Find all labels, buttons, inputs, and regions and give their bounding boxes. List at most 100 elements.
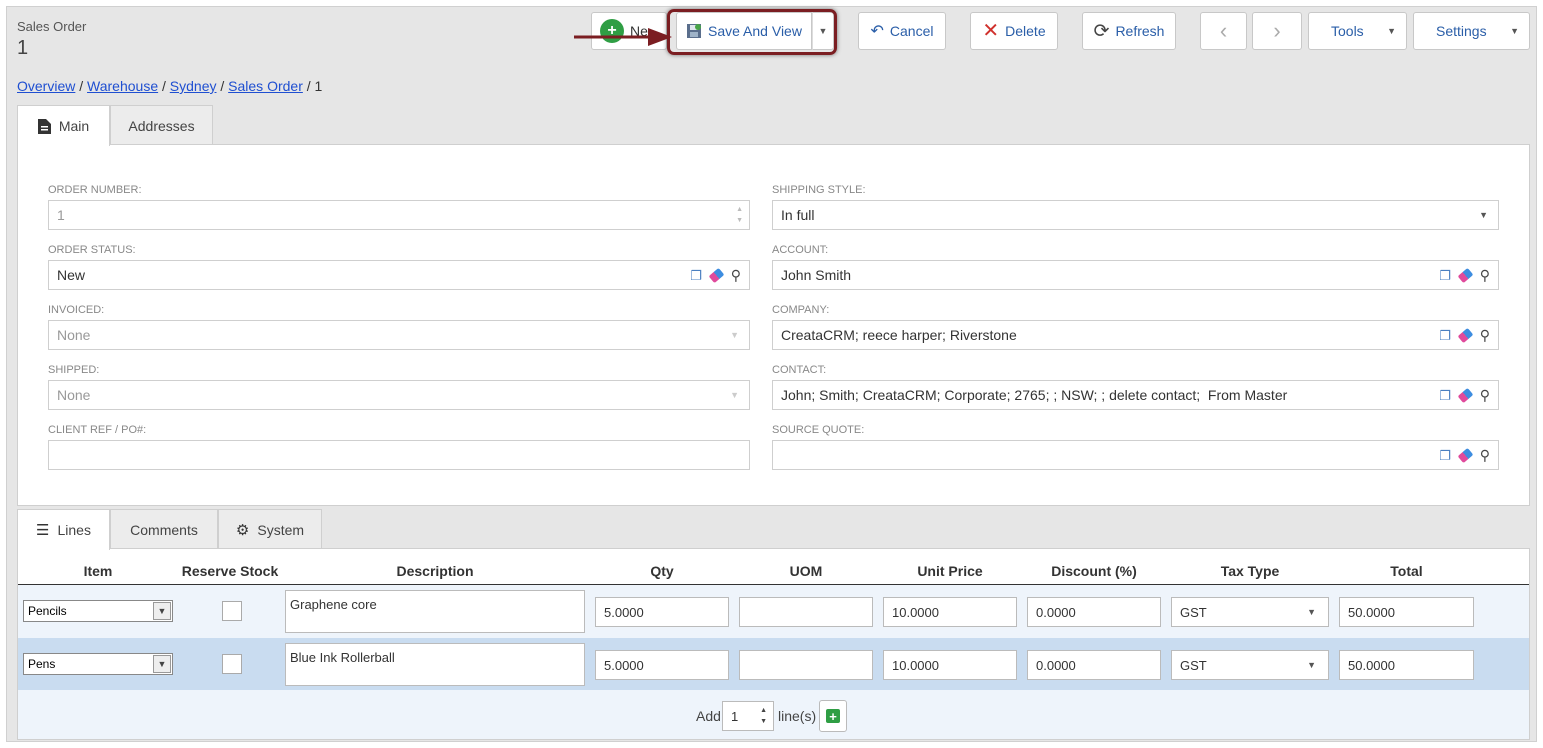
breadcrumb-overview[interactable]: Overview bbox=[17, 78, 75, 94]
search-icon[interactable]: ⚲ bbox=[1480, 327, 1490, 344]
order-number-label: ORDER NUMBER: bbox=[48, 184, 142, 196]
unit-price-input[interactable]: 10.0000 bbox=[883, 650, 1017, 680]
add-lines-count-input[interactable]: 1 ▲ ▼ bbox=[722, 701, 774, 731]
eraser-icon[interactable] bbox=[1457, 387, 1474, 404]
highlight-annotation bbox=[667, 9, 837, 55]
eraser-icon[interactable] bbox=[1457, 327, 1474, 344]
invoiced-select[interactable]: None ▼ bbox=[48, 320, 750, 350]
col-header-total: Total bbox=[1390, 563, 1423, 579]
plus-icon: + bbox=[826, 709, 840, 724]
breadcrumb-separator: / bbox=[162, 78, 166, 94]
cancel-button[interactable]: ↶ Cancel bbox=[858, 12, 946, 50]
settings-dropdown[interactable]: Settings ▼ bbox=[1413, 12, 1530, 50]
tax-type-select[interactable]: GST ▼ bbox=[1171, 597, 1329, 627]
company-value: CreataCRM; reece harper; Riverstone bbox=[781, 327, 1017, 343]
order-status-value: New bbox=[57, 267, 86, 283]
add-lines-prefix: Add bbox=[696, 708, 721, 724]
account-label: ACCOUNT: bbox=[772, 244, 829, 256]
order-status-label: ORDER STATUS: bbox=[48, 244, 136, 256]
contact-value: John; Smith; CreataCRM; Corporate; 2765;… bbox=[781, 387, 1288, 403]
chevron-down-icon: ▼ bbox=[153, 655, 171, 673]
tab-comments[interactable]: Comments bbox=[110, 509, 218, 549]
item-value: Pencils bbox=[28, 604, 67, 618]
description-textarea[interactable]: Graphene core bbox=[285, 590, 585, 633]
search-icon[interactable]: ⚲ bbox=[1480, 267, 1490, 284]
col-header-qty: Qty bbox=[650, 563, 674, 579]
eraser-icon[interactable] bbox=[1457, 267, 1474, 284]
delete-label: Delete bbox=[1005, 23, 1046, 39]
list-icon: ☰ bbox=[36, 522, 50, 539]
discount-input[interactable]: 0.0000 bbox=[1027, 597, 1161, 627]
breadcrumb-separator: / bbox=[220, 78, 225, 94]
qty-input[interactable]: 5.0000 bbox=[595, 650, 729, 680]
caret-down-icon: ▼ bbox=[1307, 607, 1316, 617]
client-ref-input[interactable] bbox=[48, 440, 750, 470]
next-button[interactable]: › bbox=[1252, 12, 1302, 50]
tab-system[interactable]: ⚙ System bbox=[218, 509, 322, 549]
tools-dropdown[interactable]: Tools ▼ bbox=[1308, 12, 1407, 50]
copy-icon[interactable]: ❐ bbox=[690, 268, 702, 284]
search-icon[interactable]: ⚲ bbox=[1480, 447, 1490, 464]
total-input[interactable]: 50.0000 bbox=[1339, 650, 1474, 680]
source-quote-input[interactable]: ❐ ⚲ bbox=[772, 440, 1499, 470]
breadcrumb-warehouse[interactable]: Warehouse bbox=[87, 78, 158, 94]
eraser-icon[interactable] bbox=[1457, 447, 1474, 464]
tab-main[interactable]: Main bbox=[17, 105, 110, 146]
tax-type-select[interactable]: GST ▼ bbox=[1171, 650, 1329, 680]
item-select[interactable]: Pencils ▼ bbox=[23, 600, 173, 622]
col-header-uom: UOM bbox=[789, 563, 823, 579]
search-icon[interactable]: ⚲ bbox=[1480, 387, 1490, 404]
client-ref-label: CLIENT REF / PO#: bbox=[48, 424, 147, 436]
copy-icon[interactable]: ❐ bbox=[1439, 328, 1451, 344]
reserve-stock-checkbox[interactable] bbox=[222, 654, 242, 674]
reserve-stock-checkbox[interactable] bbox=[222, 601, 242, 621]
description-textarea[interactable]: Blue Ink Rollerball bbox=[285, 643, 585, 686]
copy-icon[interactable]: ❐ bbox=[1439, 448, 1451, 464]
order-status-input[interactable]: New ❐ ⚲ bbox=[48, 260, 750, 290]
uom-input[interactable] bbox=[739, 597, 873, 627]
tab-addresses[interactable]: Addresses bbox=[110, 105, 213, 145]
refresh-icon: ⟳ bbox=[1093, 20, 1110, 42]
undo-icon: ↶ bbox=[870, 23, 884, 40]
eraser-icon[interactable] bbox=[708, 267, 725, 284]
company-input[interactable]: CreataCRM; reece harper; Riverstone ❐ ⚲ bbox=[772, 320, 1499, 350]
previous-button[interactable]: ‹ bbox=[1200, 12, 1247, 50]
document-icon bbox=[37, 118, 51, 134]
caret-down-icon: ▼ bbox=[730, 390, 739, 400]
tab-lines-label: Lines bbox=[57, 522, 91, 538]
delete-button[interactable]: ✕ Delete bbox=[970, 12, 1058, 50]
account-input[interactable]: John Smith ❐ ⚲ bbox=[772, 260, 1499, 290]
order-number-input[interactable]: 1 ▲ ▼ bbox=[48, 200, 750, 230]
annotation-arrow-icon bbox=[574, 28, 672, 46]
uom-input[interactable] bbox=[739, 650, 873, 680]
invoiced-value: None bbox=[57, 327, 91, 343]
spinner-arrows-icon[interactable]: ▲ ▼ bbox=[760, 705, 767, 727]
shipping-style-select[interactable]: In full ▼ bbox=[772, 200, 1499, 230]
col-header-tax-type: Tax Type bbox=[1220, 563, 1280, 579]
close-x-icon: ✕ bbox=[982, 20, 1000, 42]
add-lines-button[interactable]: + bbox=[819, 700, 847, 732]
source-quote-label: SOURCE QUOTE: bbox=[772, 424, 865, 436]
unit-price-input[interactable]: 10.0000 bbox=[883, 597, 1017, 627]
record-type-label: Sales Order bbox=[17, 19, 87, 34]
tab-system-label: System bbox=[257, 521, 305, 538]
shipped-value: None bbox=[57, 387, 91, 403]
col-header-unit-price: Unit Price bbox=[917, 563, 983, 579]
copy-icon[interactable]: ❐ bbox=[1439, 268, 1451, 284]
breadcrumb-sales-order[interactable]: Sales Order bbox=[228, 78, 303, 94]
caret-down-icon: ▼ bbox=[1510, 26, 1519, 36]
contact-input[interactable]: John; Smith; CreataCRM; Corporate; 2765;… bbox=[772, 380, 1499, 410]
chevron-down-icon: ▼ bbox=[153, 602, 171, 620]
qty-input[interactable]: 5.0000 bbox=[595, 597, 729, 627]
discount-input[interactable]: 0.0000 bbox=[1027, 650, 1161, 680]
item-value: Pens bbox=[28, 657, 56, 671]
copy-icon[interactable]: ❐ bbox=[1439, 388, 1451, 404]
breadcrumb-sydney[interactable]: Sydney bbox=[170, 78, 217, 94]
total-input[interactable]: 50.0000 bbox=[1339, 597, 1474, 627]
breadcrumb-current: 1 bbox=[314, 78, 323, 94]
shipped-select[interactable]: None ▼ bbox=[48, 380, 750, 410]
refresh-button[interactable]: ⟳ Refresh bbox=[1082, 12, 1176, 50]
search-icon[interactable]: ⚲ bbox=[731, 267, 741, 284]
item-select[interactable]: Pens ▼ bbox=[23, 653, 173, 675]
tab-lines[interactable]: ☰ Lines bbox=[17, 509, 110, 550]
